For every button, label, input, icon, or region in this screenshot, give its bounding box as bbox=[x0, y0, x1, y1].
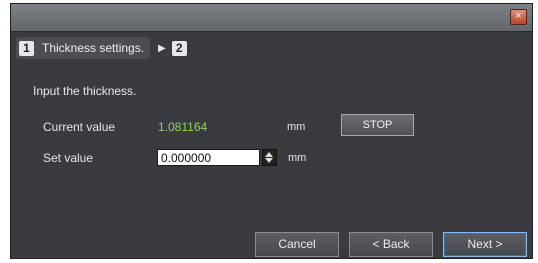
instruction-text: Input the thickness. bbox=[33, 84, 137, 98]
next-button[interactable]: Next > bbox=[443, 232, 527, 257]
title-bar: × bbox=[11, 4, 532, 32]
spin-up-icon[interactable] bbox=[265, 152, 273, 157]
step-1-number: 1 bbox=[19, 40, 34, 56]
set-value-label: Set value bbox=[43, 151, 94, 165]
close-icon: × bbox=[515, 10, 522, 22]
step-2-number: 2 bbox=[171, 40, 187, 56]
stop-button[interactable]: STOP bbox=[341, 114, 414, 136]
step-1: 1 Thickness settings. bbox=[16, 37, 151, 59]
current-value-readout: 1.081164 bbox=[158, 120, 208, 134]
close-button[interactable]: × bbox=[510, 9, 527, 25]
current-value-unit: mm bbox=[287, 121, 306, 133]
step-arrow-icon: ▶ bbox=[158, 42, 166, 54]
spin-down-icon[interactable] bbox=[265, 158, 273, 163]
set-value-spinner[interactable] bbox=[262, 149, 277, 166]
thickness-dialog: × 1 Thickness settings. ▶ 2 Input the th… bbox=[10, 3, 533, 259]
cancel-button[interactable]: Cancel bbox=[255, 232, 339, 257]
back-button[interactable]: < Back bbox=[349, 232, 433, 257]
step-breadcrumb: 1 Thickness settings. ▶ 2 bbox=[16, 37, 187, 59]
step-1-label: Thickness settings. bbox=[42, 41, 145, 55]
set-value-unit: mm bbox=[288, 152, 307, 164]
set-value-input[interactable] bbox=[157, 149, 260, 166]
current-value-label: Current value bbox=[43, 120, 116, 134]
